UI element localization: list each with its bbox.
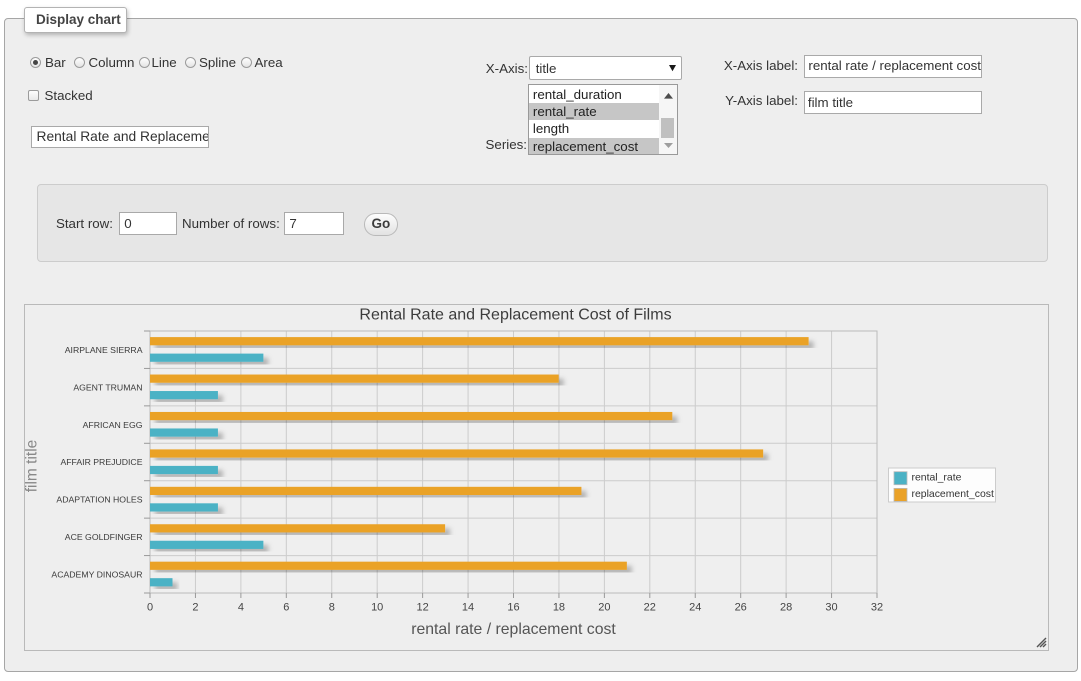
svg-text:AGENT TRUMAN: AGENT TRUMAN bbox=[73, 382, 142, 392]
svg-text:26: 26 bbox=[735, 602, 747, 614]
svg-text:rental rate / replacement cost: rental rate / replacement cost bbox=[411, 621, 616, 638]
svg-text:8: 8 bbox=[329, 602, 335, 614]
svg-text:ACADEMY DINOSAUR: ACADEMY DINOSAUR bbox=[51, 569, 142, 579]
svg-text:32: 32 bbox=[871, 602, 883, 614]
svg-text:30: 30 bbox=[825, 602, 837, 614]
svg-text:rental_rate: rental_rate bbox=[912, 472, 962, 483]
svg-text:AFRICAN EGG: AFRICAN EGG bbox=[83, 420, 143, 430]
svg-text:ADAPTATION HOLES: ADAPTATION HOLES bbox=[56, 495, 142, 505]
svg-text:6: 6 bbox=[283, 602, 289, 614]
svg-text:2: 2 bbox=[192, 602, 198, 614]
svg-text:24: 24 bbox=[689, 602, 701, 614]
svg-text:28: 28 bbox=[780, 602, 792, 614]
svg-text:14: 14 bbox=[462, 602, 474, 614]
svg-text:replacement_cost: replacement_cost bbox=[912, 489, 994, 500]
svg-text:4: 4 bbox=[238, 602, 244, 614]
svg-text:20: 20 bbox=[598, 602, 610, 614]
svg-text:AIRPLANE SIERRA: AIRPLANE SIERRA bbox=[65, 345, 143, 355]
svg-text:22: 22 bbox=[644, 602, 656, 614]
svg-text:film title: film title bbox=[24, 440, 41, 493]
svg-text:ACE GOLDFINGER: ACE GOLDFINGER bbox=[65, 532, 143, 542]
svg-text:12: 12 bbox=[416, 602, 428, 614]
svg-text:Rental Rate and Replacement Co: Rental Rate and Replacement Cost of Film… bbox=[359, 307, 671, 324]
svg-text:16: 16 bbox=[507, 602, 519, 614]
svg-text:10: 10 bbox=[371, 602, 383, 614]
svg-text:AFFAIR PREJUDICE: AFFAIR PREJUDICE bbox=[60, 457, 142, 467]
svg-text:0: 0 bbox=[147, 602, 153, 614]
svg-text:18: 18 bbox=[553, 602, 565, 614]
